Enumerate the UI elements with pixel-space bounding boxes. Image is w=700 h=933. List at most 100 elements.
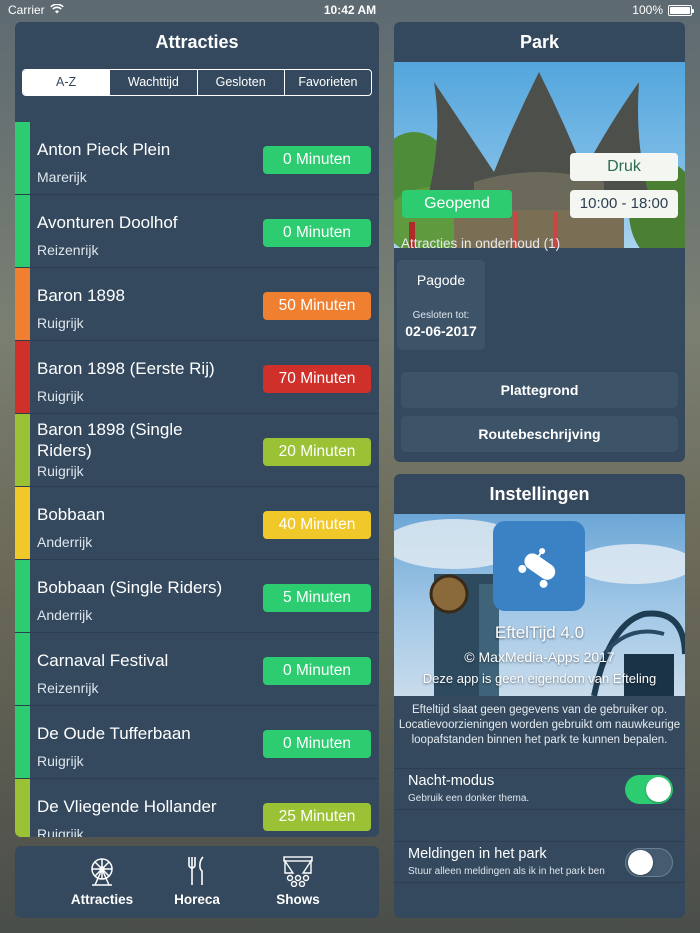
wait-level-indicator: [15, 122, 30, 194]
attraction-row[interactable]: Baron 1898 (Single Riders) Ruigrijk 20 Min…: [15, 414, 379, 487]
wait-level-indicator: [15, 779, 30, 837]
fork-knife-icon: [157, 854, 237, 888]
privacy-line-2: Locatievoorzieningen worden gebruikt om …: [398, 719, 681, 731]
attraction-name: De Oude Tufferbaan: [37, 724, 191, 743]
wait-level-indicator: [15, 341, 30, 413]
attraction-row[interactable]: Baron 1898 (Eerste Rij) Ruigrijk 70 Minute…: [15, 341, 379, 414]
ferris-wheel-icon: [62, 854, 142, 888]
disclaimer: Deze app is geen eigendom van Efteling: [422, 671, 657, 686]
attraction-row[interactable]: Baron 1898 Ruigrijk 50 Minuten: [15, 268, 379, 341]
status-bar: Carrier 10:42 AM 100%: [0, 0, 700, 20]
attraction-row[interactable]: De Oude Tufferbaan Ruigrijk 0 Minuten: [15, 706, 379, 779]
attraction-area: Ruigrijk: [37, 826, 84, 837]
park-panel: Park Druk Geopend 10:00 - 18:00 Attracti…: [394, 22, 685, 462]
wait-time-badge: 0 Minuten: [263, 219, 371, 247]
wait-time-badge: 0 Minuten: [263, 657, 371, 685]
attraction-name: Avonturen Doolhof: [37, 213, 178, 232]
wait-level-indicator: [15, 560, 30, 632]
wait-time-badge: 0 Minuten: [263, 730, 371, 758]
map-button[interactable]: Plattegrond: [401, 372, 678, 408]
tab-label-horeca: Horeca: [174, 892, 220, 907]
wait-time-badge: 70 Minuten: [263, 365, 371, 393]
battery-icon: [668, 4, 694, 16]
park-status-badge: Geopend: [402, 190, 512, 218]
maintenance-date: 02-06-2017: [405, 323, 477, 339]
attraction-row[interactable]: De Vliegende Hollander Ruigrijk 25 Minuten: [15, 779, 379, 837]
attraction-name: Baron 1898 (Eerste Rij): [37, 359, 215, 378]
attraction-area: Ruigrijk: [37, 315, 84, 331]
attraction-area: Anderrijk: [37, 607, 93, 623]
attraction-area: Reizenrijk: [37, 242, 99, 258]
wait-level-indicator: [15, 414, 30, 486]
app-logo-icon: [493, 521, 585, 611]
attraction-area: Ruigrijk: [37, 388, 84, 404]
copyright: © MaxMedia-Apps 2017: [464, 649, 615, 665]
app-version: EftelTijd 4.0: [494, 623, 585, 642]
attraction-row[interactable]: Anton Pieck Plein Marerijk 0 Minuten: [15, 122, 379, 195]
maintenance-card[interactable]: Pagode Gesloten tot: 02-06-2017: [397, 260, 485, 350]
attraction-name: Bobbaan: [37, 505, 106, 524]
route-button[interactable]: Routebeschrijving: [401, 416, 678, 452]
privacy-line-1: Efteltijd slaat geen gegevens van de geb…: [411, 704, 668, 716]
attraction-name: Baron 1898 (Single Riders): [37, 420, 183, 460]
theater-icon: [258, 854, 338, 888]
sort-segmented-control: A-Z Wachttijd Gesloten Favorieten: [22, 69, 372, 96]
wait-level-indicator: [15, 268, 30, 340]
attraction-name: Baron 1898: [37, 286, 125, 305]
maintenance-closed-label: Gesloten tot:: [412, 310, 470, 321]
tab-shows[interactable]: Shows: [258, 854, 338, 907]
privacy-text: Efteltijd slaat geen gegevens van de geb…: [394, 703, 685, 748]
privacy-line-3: loopafstanden binnen het park te kunnen …: [411, 734, 668, 746]
attraction-row[interactable]: Bobbaan (Single Riders) Anderrijk 5 Minute…: [15, 560, 379, 633]
notifications-subtitle: Stuur alleen meldingen als ik in het par…: [408, 866, 605, 877]
tab-bar: Attracties Horeca Shows: [15, 846, 379, 918]
settings-panel: Instellingen EftelTijd 4.0 © MaxMedia-Ap…: [394, 474, 685, 918]
crowd-badge: Druk: [570, 153, 678, 181]
segment-wachttijd[interactable]: Wachttijd: [109, 70, 196, 95]
wait-time-badge: 50 Minuten: [263, 292, 371, 320]
night-mode-row: Nacht-modus Gebruik een donker thema.: [394, 768, 685, 810]
attraction-area: Ruigrijk: [37, 463, 84, 479]
segment-favorieten[interactable]: Favorieten: [283, 70, 371, 95]
night-mode-title: Nacht-modus: [408, 773, 495, 789]
attraction-name: Carnaval Festival: [37, 651, 169, 670]
attraction-name: De Vliegende Hollander: [37, 797, 217, 816]
maintenance-label: Attracties in onderhoud (1): [401, 236, 561, 251]
wait-time-badge: 40 Minuten: [263, 511, 371, 539]
notifications-title: Meldingen in het park: [408, 846, 547, 862]
wifi-icon: [49, 3, 64, 17]
attractions-title: Attracties: [155, 32, 239, 52]
attractions-panel: Attracties A-Z Wachttijd Gesloten Favori…: [15, 22, 379, 837]
opening-hours-badge: 10:00 - 18:00: [570, 190, 678, 218]
attraction-row[interactable]: Bobbaan Anderrijk 40 Minuten: [15, 487, 379, 560]
attraction-row[interactable]: Avonturen Doolhof Reizenrijk 0 Minuten: [15, 195, 379, 268]
wait-level-indicator: [15, 195, 30, 267]
tab-label-attracties: Attracties: [70, 892, 134, 907]
wait-level-indicator: [15, 706, 30, 778]
tab-horeca[interactable]: Horeca: [157, 854, 237, 907]
attraction-area: Reizenrijk: [37, 680, 99, 696]
wait-time-badge: 0 Minuten: [263, 146, 371, 174]
park-title: Park: [519, 32, 560, 52]
tab-attracties[interactable]: Attracties: [62, 854, 142, 907]
attraction-name: Anton Pieck Plein: [37, 140, 171, 159]
wait-time-badge: 5 Minuten: [263, 584, 371, 612]
attraction-area: Marerijk: [37, 169, 87, 185]
wait-time-badge: 25 Minuten: [263, 803, 371, 831]
notifications-toggle[interactable]: [625, 848, 673, 877]
wait-level-indicator: [15, 487, 30, 559]
segment-gesloten[interactable]: Gesloten: [196, 70, 284, 95]
clock: 10:42 AM: [323, 3, 377, 17]
notifications-row: Meldingen in het park Stuur alleen meldi…: [394, 841, 685, 883]
attractions-list[interactable]: Anton Pieck Plein Marerijk 0 Minuten Avontu…: [15, 122, 379, 837]
attraction-row[interactable]: Carnaval Festival Reizenrijk 0 Minuten: [15, 633, 379, 706]
attraction-area: Anderrijk: [37, 534, 93, 550]
carrier-label: Carrier: [8, 3, 45, 17]
attraction-name: Bobbaan (Single Riders): [37, 578, 223, 597]
night-mode-subtitle: Gebruik een donker thema.: [408, 793, 530, 804]
wait-level-indicator: [15, 633, 30, 705]
night-mode-toggle[interactable]: [625, 775, 673, 804]
settings-title: Instellingen: [489, 484, 590, 504]
attraction-area: Ruigrijk: [37, 753, 84, 769]
segment-a-z[interactable]: A-Z: [23, 70, 110, 95]
